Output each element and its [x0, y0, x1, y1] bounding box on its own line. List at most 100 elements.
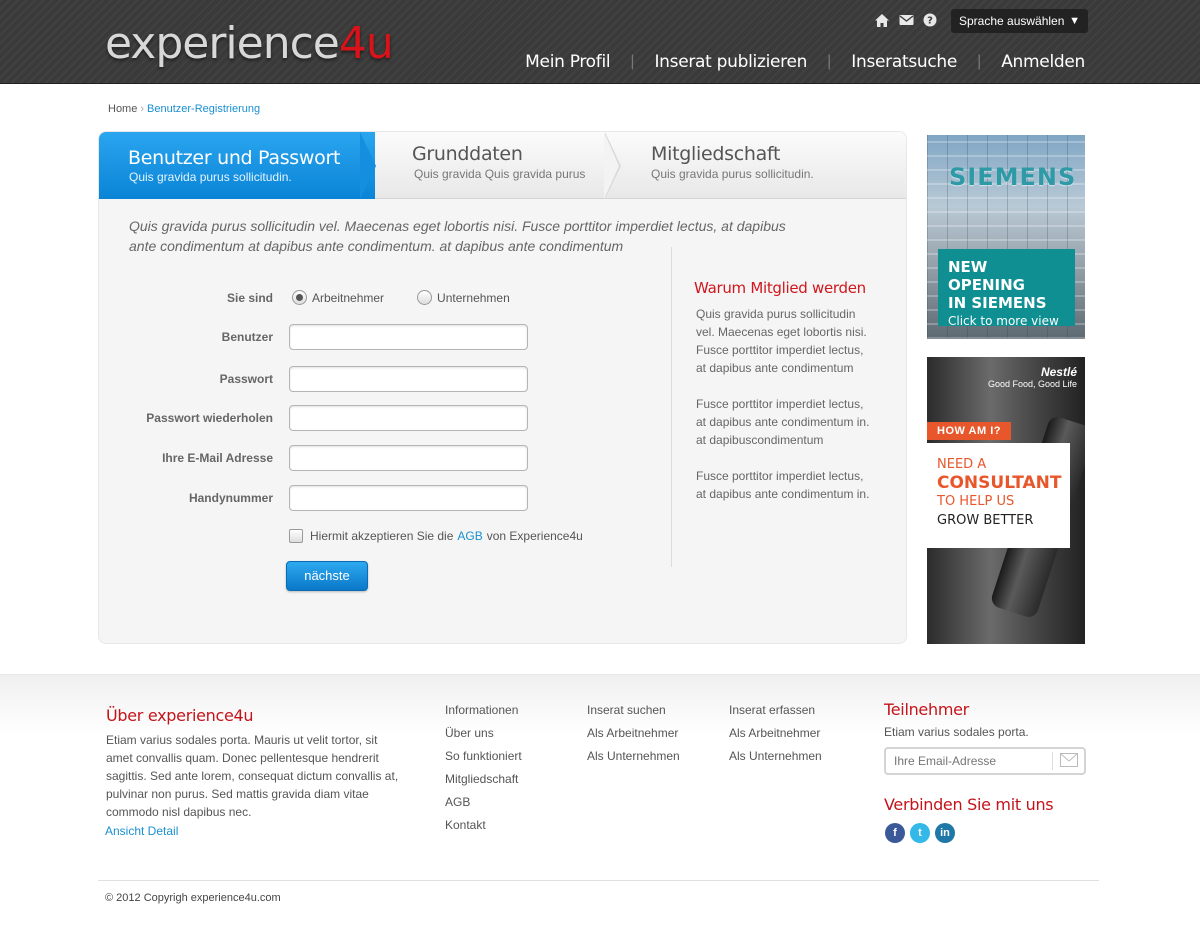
footer-link[interactable]: Als Unternehmen: [729, 749, 822, 763]
email-input[interactable]: [289, 445, 528, 471]
mail-icon[interactable]: [898, 12, 914, 28]
step-subtitle: Quis gravida Quis gravida purus: [414, 167, 586, 181]
radio-label-arbeitnehmer[interactable]: Arbeitnehmer: [312, 291, 384, 305]
footer-connect-title: Verbinden Sie mit uns: [884, 795, 1054, 814]
form-row-handy: Handynummer: [99, 485, 659, 511]
phone-input[interactable]: [289, 485, 528, 511]
radio-arbeitnehmer[interactable]: [292, 290, 307, 305]
agb-row: Hiermit akzeptieren Sie die AGB von Expe…: [289, 529, 583, 543]
ad-line: NEED A: [937, 457, 987, 472]
ad-headline: IN SIEMENS: [948, 294, 1047, 312]
help-icon[interactable]: ?: [922, 12, 938, 28]
linkedin-icon[interactable]: in: [935, 823, 955, 843]
footer-link[interactable]: Informationen: [445, 703, 518, 717]
siemens-ad-banner[interactable]: SIEMENS NEW OPENING IN SIEMENS Click to …: [927, 135, 1085, 339]
top-icon-bar: ?: [874, 12, 938, 28]
field-label: Passwort: [219, 372, 273, 386]
footer-participant-title: Teilnehmer: [884, 700, 969, 719]
home-icon[interactable]: [874, 12, 890, 28]
envelope-icon[interactable]: [1060, 753, 1078, 772]
footer-link[interactable]: Mitgliedschaft: [445, 772, 518, 786]
logo[interactable]: experience4u: [105, 16, 394, 72]
why-paragraph: Fusce porttitor imperdiet lectus, at dap…: [696, 397, 870, 447]
nav-item-inseratsuche[interactable]: Inseratsuche: [851, 52, 957, 72]
why-paragraph: Quis gravida purus sollicitudin vel. Mae…: [696, 307, 867, 375]
form-row-benutzer: Benutzer: [99, 324, 659, 350]
footer-link[interactable]: Über uns: [445, 726, 494, 740]
ad-cta: Click to more view: [948, 314, 1059, 328]
nav-item-inserat-publizieren[interactable]: Inserat publizieren: [654, 52, 807, 72]
nav-separator: |: [630, 53, 635, 70]
username-input[interactable]: [289, 324, 528, 350]
step-subtitle: Quis gravida purus sollicitudin.: [651, 167, 814, 181]
agb-checkbox[interactable]: [289, 529, 303, 543]
svg-text:?: ?: [927, 16, 933, 27]
chevron-down-icon: ▼: [1069, 15, 1080, 27]
field-label: Ihre E-Mail Adresse: [162, 451, 273, 465]
siemens-ad-box: NEW OPENING IN SIEMENS Click to more vie…: [938, 249, 1075, 328]
step-bar: Benutzer und Passwort Quis gravida purus…: [99, 132, 906, 199]
step-title: Grunddaten: [412, 143, 523, 165]
nestle-logo: Nestlé Good Food, Good Life: [988, 365, 1077, 389]
step-title: Benutzer und Passwort: [128, 147, 341, 169]
step-benutzer-passwort[interactable]: Benutzer und Passwort Quis gravida purus…: [99, 132, 375, 199]
nav-item-mein-profil[interactable]: Mein Profil: [525, 52, 610, 72]
footer-link[interactable]: Als Unternehmen: [587, 749, 680, 763]
step-arrow: [360, 132, 376, 199]
agb-prefix: Hiermit akzeptieren Sie die: [310, 529, 454, 543]
vertical-divider: [671, 247, 672, 567]
footer-link[interactable]: AGB: [445, 795, 470, 809]
form-row-passwort-wiederholen: Passwort wiederholen: [99, 405, 659, 431]
registration-panel: Benutzer und Passwort Quis gravida purus…: [98, 131, 907, 644]
site-header: experience4u ? Sprache auswählen ▼ Mein …: [0, 0, 1200, 84]
password-repeat-input[interactable]: [289, 405, 528, 431]
ad-tag: HOW AM I?: [927, 422, 1011, 440]
breadcrumb-current[interactable]: Benutzer-Registrierung: [147, 103, 260, 115]
agb-link[interactable]: AGB: [457, 529, 482, 543]
facebook-icon[interactable]: f: [885, 823, 905, 843]
radio-unternehmen[interactable]: [417, 290, 433, 305]
footer-more-link[interactable]: Ansicht Detail: [105, 824, 178, 838]
nav-separator: |: [827, 53, 832, 70]
radio-label-unternehmen[interactable]: Unternehmen: [437, 291, 510, 305]
language-select-label: Sprache auswählen: [959, 14, 1065, 28]
logo-main-text: experience: [105, 18, 340, 69]
user-type-radio-group: Arbeitnehmer Unternehmen: [292, 290, 543, 305]
intro-text: Quis gravida purus sollicitudin vel. Mae…: [129, 218, 786, 254]
logo-accent-text: 4u: [338, 18, 394, 69]
language-select[interactable]: Sprache auswählen ▼: [951, 9, 1088, 33]
footer-link[interactable]: So funktioniert: [445, 749, 522, 763]
chevron-right-icon: ›: [140, 103, 145, 115]
footer-link[interactable]: Inserat suchen: [587, 703, 666, 717]
footer-link[interactable]: Kontakt: [445, 818, 486, 832]
footer-divider: [98, 880, 1099, 881]
next-button[interactable]: nächste: [286, 561, 368, 591]
footer-link[interactable]: Als Arbeitnehmer: [587, 726, 678, 740]
breadcrumb-home[interactable]: Home: [108, 103, 137, 115]
footer-about-text: Etiam varius sodales porta. Mauris ut ve…: [106, 733, 399, 819]
ad-headline: NEW OPENING: [948, 258, 1025, 294]
footer-link[interactable]: Als Arbeitnehmer: [729, 726, 820, 740]
nestle-ad-box: NEED A CONSULTANT TO HELP US GROW BETTER: [927, 443, 1070, 548]
nestle-ad-banner[interactable]: Nestlé Good Food, Good Life HOW AM I? NE…: [927, 357, 1085, 644]
form-row-email: Ihre E-Mail Adresse: [99, 445, 659, 471]
twitter-icon[interactable]: t: [910, 823, 930, 843]
field-label: Passwort wiederholen: [146, 411, 273, 425]
social-links: f t in: [885, 823, 955, 843]
radio-selected-dot: [296, 294, 303, 301]
form-row-passwort: Passwort: [99, 366, 659, 392]
newsletter-email-input[interactable]: [894, 754, 1044, 768]
footer-link[interactable]: Inserat erfassen: [729, 703, 815, 717]
ad-line: CONSULTANT: [937, 473, 1062, 493]
user-type-row: Sie sind Arbeitnehmer Unternehmen: [99, 285, 659, 311]
nav-item-anmelden[interactable]: Anmelden: [1001, 52, 1085, 72]
user-type-label: Sie sind: [226, 291, 273, 305]
ad-line: TO HELP US: [937, 494, 1015, 509]
newsletter-email-field[interactable]: [884, 747, 1086, 775]
email-field-divider: [1052, 752, 1053, 770]
step-title: Mitgliedschaft: [651, 143, 781, 165]
step-subtitle: Quis gravida purus sollicitudin.: [129, 170, 292, 184]
siemens-logo: SIEMENS: [949, 163, 1077, 191]
agb-suffix: von Experience4u: [486, 529, 583, 543]
password-input[interactable]: [289, 366, 528, 392]
